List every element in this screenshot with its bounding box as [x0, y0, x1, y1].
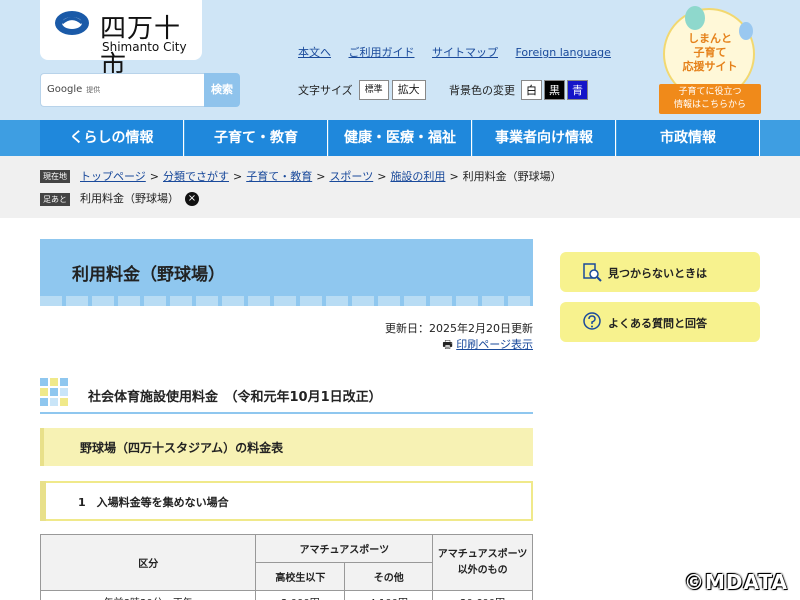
link-skip-to-content[interactable]: 本文へ	[298, 46, 331, 59]
city-emblem-icon	[55, 11, 89, 35]
search-document-icon	[583, 263, 602, 282]
bg-color-label: 背景色の変更	[449, 84, 515, 97]
bg-color-control: 背景色の変更 白 黒 青	[449, 80, 590, 100]
watermark: ©MDATA	[684, 570, 788, 594]
banner-line3: 応援サイト	[682, 60, 738, 73]
childcare-banner[interactable]: しまんと 子育て 応援サイト 子育てに役立つ 情報はこちらから	[655, 4, 765, 114]
not-found-label: 見つからないときは	[608, 267, 707, 280]
font-size-large-button[interactable]: 拡大	[391, 80, 426, 100]
section-heading: 社会体育施設使用料金 （令和元年10月1日改正）	[40, 376, 533, 414]
close-icon[interactable]: ×	[185, 192, 199, 206]
search-box: Google 提供 検索	[40, 73, 240, 107]
breadcrumb-category[interactable]: 分類でさがす	[163, 170, 229, 183]
nav-city-admin[interactable]: 市政情報	[617, 120, 760, 156]
nav-health-welfare[interactable]: 健康・医療・福祉	[329, 120, 472, 156]
table-cell: 20,600円	[432, 590, 533, 600]
site-name-en: Shimanto City	[102, 40, 187, 54]
page-title: 利用料金（野球場）	[72, 265, 225, 285]
printer-icon: 🖶	[442, 338, 453, 351]
breadcrumb-facilities[interactable]: 施設の利用	[390, 170, 445, 183]
font-size-standard-button[interactable]: 標準	[358, 80, 389, 100]
table-row: 午前8時30分～正午 2,000円 4,100円 20,600円	[39, 590, 533, 600]
nav-childcare-education[interactable]: 子育て・教育	[185, 120, 328, 156]
faq-button[interactable]: よくある質問と回答	[560, 302, 760, 342]
link-sitemap[interactable]: サイトマップ	[432, 46, 498, 59]
current-location-label: 現在地	[40, 170, 70, 183]
title-decoration	[40, 296, 533, 306]
case-heading-text: 1 入場料金等を集めない場合	[78, 496, 229, 509]
print-link-wrap: 🖶 印刷ページ表示	[442, 336, 533, 355]
subsection-heading-text: 野球場（四万十スタジアム）の料金表	[80, 441, 284, 455]
footprint-label: 足あと	[40, 193, 70, 206]
table-cell: 4,100円	[344, 590, 434, 600]
table-header-highschool: 高校生以下	[255, 562, 346, 591]
site-logo[interactable]: 四万十市 Shimanto City	[40, 0, 202, 81]
section-heading-text: 社会体育施設使用料金 （令和元年10月1日改正）	[88, 390, 382, 405]
table-header-other: その他	[344, 562, 434, 591]
fee-table: 区分 アマチュアスポーツ アマチュアスポーツ以外のもの 高校生以下 その他 午前…	[39, 534, 533, 600]
case-heading: 1 入場料金等を集めない場合	[40, 481, 533, 521]
bg-blue-button[interactable]: 青	[567, 80, 588, 100]
balloon-icon	[685, 6, 705, 30]
font-size-label: 文字サイズ	[298, 84, 353, 97]
nav-living[interactable]: くらしの情報	[40, 120, 184, 156]
footprint-item[interactable]: 利用料金（野球場）	[80, 192, 179, 205]
table-header-amateur: アマチュアスポーツ	[255, 534, 434, 563]
not-found-button[interactable]: 見つからないときは	[560, 252, 760, 292]
page-title-box: 利用料金（野球場）	[40, 239, 533, 306]
breadcrumb-top[interactable]: トップページ	[80, 170, 146, 183]
font-size-control: 文字サイズ 標準 拡大	[298, 80, 429, 100]
print-link[interactable]: 印刷ページ表示	[456, 338, 533, 351]
search-button[interactable]: 検索	[204, 73, 240, 107]
breadcrumb-current: 利用料金（野球場）	[462, 170, 562, 183]
banner-ribbon: 子育てに役立つ 情報はこちらから	[659, 84, 761, 114]
breadcrumb: トップページ > 分類でさがす > 子育て・教育 > スポーツ > 施設の利用 > 利用料金（野球場…	[80, 170, 562, 183]
breadcrumb-sports[interactable]: スポーツ	[329, 170, 373, 183]
table-cell: 午前8時30分～正午	[39, 590, 257, 600]
table-header-non-amateur: アマチュアスポーツ以外のもの	[432, 534, 533, 591]
footprint: 利用料金（野球場） ×	[80, 190, 199, 206]
link-usage-guide[interactable]: ご利用ガイド	[349, 46, 415, 59]
breadcrumb-area: 現在地 トップページ > 分類でさがす > 子育て・教育 > スポーツ > 施設の利用 > 利用料金…	[0, 156, 800, 218]
breadcrumb-childcare[interactable]: 子育て・教育	[246, 170, 312, 183]
table-cell: 2,000円	[255, 590, 346, 600]
search-input[interactable]: Google 提供	[40, 73, 204, 107]
utility-links: 本文へ ご利用ガイド サイトマップ Foreign language	[298, 44, 625, 60]
table-header-category: 区分	[39, 534, 257, 591]
nav-business[interactable]: 事業者向け情報	[473, 120, 616, 156]
question-icon	[583, 312, 601, 330]
subsection-heading: 野球場（四万十スタジアム）の料金表	[40, 428, 533, 466]
bg-black-button[interactable]: 黒	[544, 80, 565, 100]
global-nav: くらしの情報 子育て・教育 健康・医療・福祉 事業者向け情報 市政情報	[0, 120, 800, 156]
site-header: 四万十市 Shimanto City Google 提供 検索 本文へ ご利用ガイ…	[0, 0, 800, 120]
mosaic-icon	[40, 378, 70, 408]
link-foreign-language[interactable]: Foreign language	[516, 46, 611, 59]
faq-label: よくある質問と回答	[608, 317, 707, 330]
updated-date: 更新日：2025年2月20日更新	[385, 322, 533, 335]
bg-white-button[interactable]: 白	[521, 80, 542, 100]
